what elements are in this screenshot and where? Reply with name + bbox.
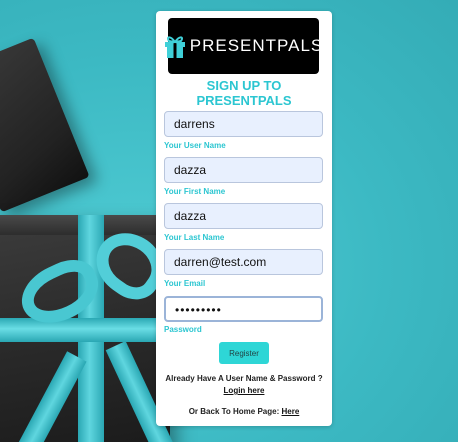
- ribbon-decoration: [0, 318, 170, 342]
- home-row: Or Back To Home Page: Here: [156, 407, 332, 416]
- password-label: Password: [164, 325, 202, 334]
- password-input[interactable]: •••••••••: [164, 296, 323, 322]
- register-button[interactable]: Register: [219, 342, 269, 364]
- email-input[interactable]: darren@test.com: [164, 249, 323, 275]
- have-account-text: Already Have A User Name & Password ?: [165, 374, 323, 383]
- first-name-input[interactable]: dazza: [164, 157, 323, 183]
- email-label: Your Email: [164, 279, 206, 288]
- username-input[interactable]: darrens: [164, 111, 323, 137]
- last-name-input[interactable]: dazza: [164, 203, 323, 229]
- login-link-row: Login here: [156, 386, 332, 395]
- home-text: Or Back To Home Page:: [188, 407, 280, 416]
- username-label: Your User Name: [164, 141, 226, 150]
- brand-logo: PRESENTPALS: [164, 18, 322, 74]
- signup-card: PRESENTPALS SIGN UP TO PRESENTPALS darre…: [156, 11, 332, 426]
- last-name-label: Your Last Name: [164, 233, 225, 242]
- first-name-label: Your First Name: [164, 187, 226, 196]
- page-title: SIGN UP TO PRESENTPALS: [196, 78, 292, 108]
- login-link[interactable]: Login here: [224, 386, 265, 395]
- logo-text: PRESENTPALS: [189, 36, 324, 55]
- home-link[interactable]: Here: [281, 407, 299, 416]
- gift-icon: [164, 36, 185, 58]
